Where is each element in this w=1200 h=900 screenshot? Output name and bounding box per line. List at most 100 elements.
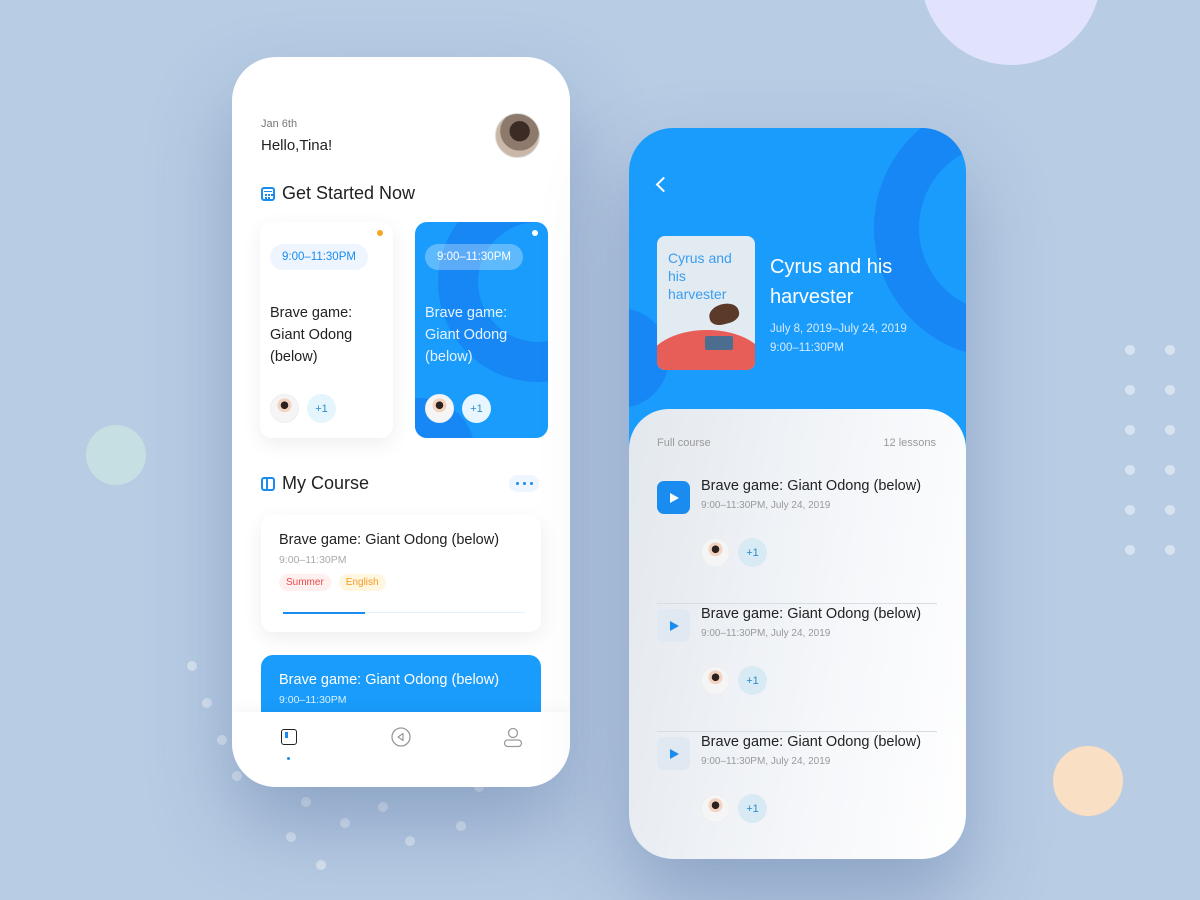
section-label: Full course bbox=[657, 437, 711, 449]
cover-title: Cyrus and his harvester bbox=[668, 250, 732, 302]
play-button[interactable] bbox=[657, 737, 690, 770]
active-tab-indicator bbox=[287, 757, 290, 760]
decor-dot bbox=[1165, 465, 1175, 475]
cover-illustration bbox=[705, 336, 733, 350]
greeting: Hello,Tina! bbox=[261, 137, 333, 154]
lesson-item[interactable]: Brave game: Giant Odong (below) 9:00–11:… bbox=[657, 732, 937, 859]
decor-dot bbox=[378, 802, 388, 812]
decor-circle-peach bbox=[1053, 746, 1123, 816]
decor-dot bbox=[187, 661, 197, 671]
get-started-card[interactable]: 9:00–11:30PM Brave game: Giant Odong (be… bbox=[260, 222, 393, 438]
more-participants-badge: +1 bbox=[462, 394, 491, 423]
decor-dot bbox=[1165, 545, 1175, 555]
decor-dot bbox=[1125, 505, 1135, 515]
course-card[interactable]: Brave game: Giant Odong (below) 9:00–11:… bbox=[261, 515, 541, 632]
decor-dot bbox=[1125, 385, 1135, 395]
play-button[interactable] bbox=[657, 481, 690, 514]
my-course-heading: My Course bbox=[261, 473, 369, 494]
card-title: Brave game: Giant Odong (below) bbox=[270, 305, 353, 365]
user-avatar[interactable] bbox=[495, 113, 540, 158]
course-cover-image: Cyrus and his harvester bbox=[657, 236, 755, 370]
course-time: 9:00–11:30PM bbox=[279, 694, 347, 706]
decor-dot bbox=[1125, 545, 1135, 555]
decor-dot bbox=[1165, 345, 1175, 355]
book-tab-icon bbox=[281, 729, 297, 745]
get-started-heading: Get Started Now bbox=[261, 183, 415, 204]
play-icon bbox=[670, 492, 679, 503]
home-screen: Jan 6th Hello,Tina! Get Started Now 9:00… bbox=[232, 57, 570, 787]
more-participants-badge: +1 bbox=[738, 794, 767, 823]
current-date: Jan 6th bbox=[261, 118, 298, 130]
tag-summer: Summer bbox=[279, 574, 331, 591]
play-circle-icon bbox=[391, 727, 411, 747]
my-course-title: My Course bbox=[282, 473, 370, 493]
course-dates: July 8, 2019–July 24, 2019 bbox=[770, 323, 907, 335]
course-title: Cyrus and his harvester bbox=[770, 256, 893, 308]
more-options-button[interactable] bbox=[509, 475, 539, 492]
decor-dot bbox=[1165, 425, 1175, 435]
course-title: Brave game: Giant Odong (below) bbox=[279, 672, 500, 688]
lesson-item[interactable]: Brave game: Giant Odong (below) 9:00–11:… bbox=[657, 476, 937, 604]
lesson-count: 12 lessons bbox=[883, 437, 936, 449]
get-started-card-active[interactable]: 9:00–11:30PM Brave game: Giant Odong (be… bbox=[415, 222, 548, 438]
participants: +1 bbox=[270, 394, 336, 423]
card-time: 9:00–11:30PM bbox=[270, 244, 368, 270]
participant-avatar bbox=[701, 538, 730, 567]
lesson-title: Brave game: Giant Odong (below) bbox=[701, 734, 922, 750]
decor-circle-mint bbox=[86, 425, 146, 485]
tab-play[interactable] bbox=[389, 725, 413, 749]
decor-dot bbox=[1125, 425, 1135, 435]
status-dot bbox=[532, 230, 538, 236]
play-icon bbox=[670, 748, 679, 759]
decor-dot bbox=[1165, 505, 1175, 515]
lesson-item[interactable]: Brave game: Giant Odong (below) 9:00–11:… bbox=[657, 604, 937, 732]
lesson-meta: 9:00–11:30PM, July 24, 2019 bbox=[701, 628, 831, 639]
decor-circle-lavender bbox=[921, 0, 1101, 65]
lesson-title: Brave game: Giant Odong (below) bbox=[701, 478, 922, 494]
course-progress-fill bbox=[283, 611, 366, 614]
participants: +1 bbox=[701, 666, 767, 695]
decor-dot bbox=[340, 818, 350, 828]
participant-avatar bbox=[425, 394, 454, 423]
card-time: 9:00–11:30PM bbox=[425, 244, 523, 270]
tag-english: English bbox=[338, 574, 386, 591]
participant-avatar bbox=[270, 394, 299, 423]
play-icon bbox=[670, 620, 679, 631]
get-started-title: Get Started Now bbox=[282, 183, 416, 203]
tab-home[interactable] bbox=[277, 725, 301, 749]
lesson-list-panel: Full course 12 lessons Brave game: Giant… bbox=[629, 409, 966, 859]
course-time: 9:00–11:30PM bbox=[279, 554, 347, 566]
more-participants-badge: +1 bbox=[738, 538, 767, 567]
decor-dot bbox=[1125, 345, 1135, 355]
status-dot bbox=[377, 230, 383, 236]
play-button[interactable] bbox=[657, 609, 690, 642]
decor-dot bbox=[1165, 385, 1175, 395]
decor-dot bbox=[316, 860, 326, 870]
bottom-tab-bar bbox=[232, 712, 570, 787]
course-title: Brave game: Giant Odong (below) bbox=[279, 532, 500, 548]
participants: +1 bbox=[701, 538, 767, 567]
course-progress-bar bbox=[283, 611, 525, 614]
more-participants-badge: +1 bbox=[738, 666, 767, 695]
decor-dot bbox=[405, 836, 415, 846]
back-button[interactable] bbox=[654, 176, 672, 194]
decor-dot bbox=[301, 797, 311, 807]
card-title: Brave game: Giant Odong (below) bbox=[425, 305, 508, 365]
course-time: 9:00–11:30PM bbox=[770, 342, 844, 354]
user-icon bbox=[503, 727, 523, 748]
decor-dot bbox=[1125, 465, 1135, 475]
decor-dot bbox=[456, 821, 466, 831]
more-participants-badge: +1 bbox=[307, 394, 336, 423]
tab-profile[interactable] bbox=[501, 725, 525, 749]
decor-dot bbox=[217, 735, 227, 745]
participants: +1 bbox=[425, 394, 491, 423]
decor-dot bbox=[286, 832, 296, 842]
course-detail-screen: Cyrus and his harvester Cyrus and his ha… bbox=[629, 128, 966, 859]
course-tags: Summer English bbox=[279, 574, 386, 591]
lesson-title: Brave game: Giant Odong (below) bbox=[701, 606, 922, 622]
participants: +1 bbox=[701, 794, 767, 823]
lesson-meta: 9:00–11:30PM, July 24, 2019 bbox=[701, 500, 831, 511]
lesson-meta: 9:00–11:30PM, July 24, 2019 bbox=[701, 756, 831, 767]
cover-illustration bbox=[706, 300, 742, 328]
book-icon bbox=[261, 476, 275, 491]
